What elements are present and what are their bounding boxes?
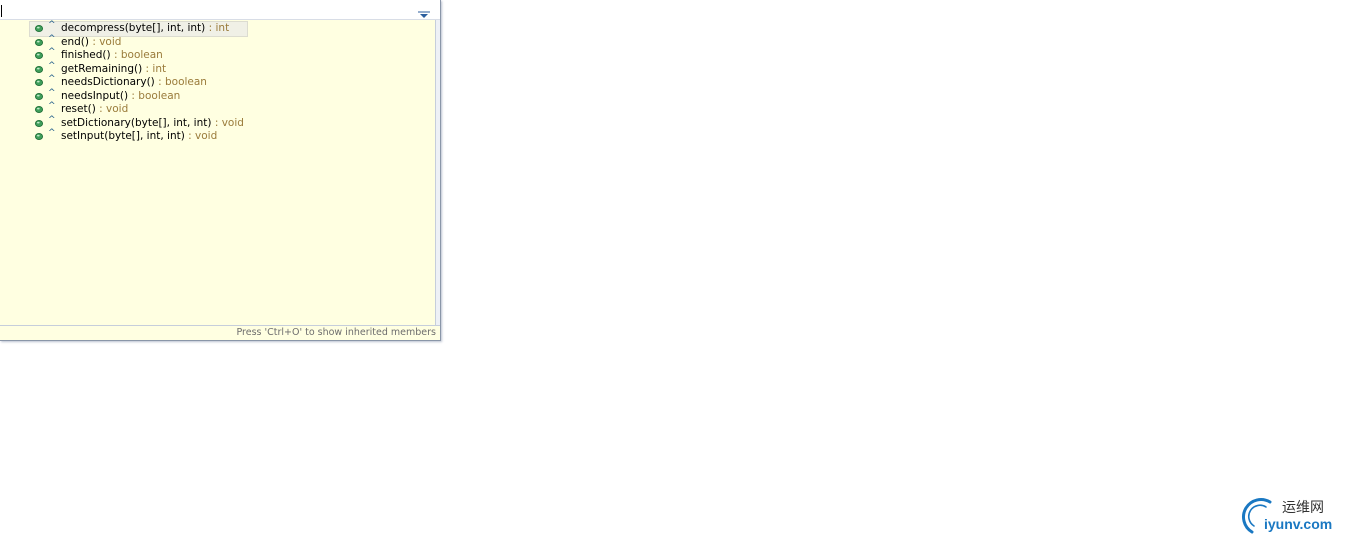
watermark-logo: 运维网 iyunv.com [1240,494,1340,538]
member-signature: getRemaining() [61,62,143,75]
member-item[interactable]: ^ setDictionary(byte[], int, int) : void [30,114,247,131]
public-method-icon [35,106,43,113]
member-list: ^ decompress(byte[], int, int) : int ^ end(… [29,20,248,144]
public-method-icon [35,65,43,73]
member-item[interactable]: ^ getRemaining() : int [30,60,247,77]
watermark-domain-text: iyunv.com [1264,516,1333,532]
abstract-modifier-icon: ^ [48,20,56,30]
abstract-modifier-icon: ^ [48,47,56,57]
public-method-icon [35,133,43,140]
member-return-type: : boolean [154,76,207,88]
view-menu-button[interactable] [417,5,431,18]
member-signature: end() [61,35,89,48]
member-signature: decompress(byte[], int, int) [61,22,206,34]
member-return-type: : boolean [128,89,181,102]
member-item[interactable]: ^ reset() : void [30,101,247,117]
member-signature: reset() [61,103,96,115]
member-item[interactable]: ^ decompress(byte[], int, int) : int [29,20,248,37]
scrollbar[interactable] [435,20,440,326]
abstract-modifier-icon: ^ [48,114,56,125]
member-return-type: : int [205,22,230,34]
abstract-modifier-icon: ^ [48,101,56,111]
member-item[interactable]: ^ setInput(byte[], int, int) : void [30,128,247,144]
text-caret [1,5,2,17]
abstract-modifier-icon: ^ [48,33,56,44]
public-method-icon [35,92,43,100]
member-return-type: : int [142,62,167,75]
filter-input[interactable] [0,2,401,18]
member-return-type: : void [211,116,244,129]
abstract-modifier-icon: ^ [48,128,56,138]
filter-bar [0,0,440,20]
member-signature: setInput(byte[], int, int) [61,130,185,142]
quick-outline-popup: ^ decompress(byte[], int, int) : int ^ end(… [0,0,441,341]
public-method-icon [35,52,43,59]
abstract-modifier-icon: ^ [48,87,56,98]
public-method-icon [35,79,43,86]
member-item[interactable]: ^ needsDictionary() : boolean [30,74,247,90]
abstract-modifier-icon: ^ [48,74,56,84]
member-item[interactable]: ^ needsInput() : boolean [30,87,247,104]
member-return-type: : void [88,35,122,48]
member-item[interactable]: ^ finished() : boolean [30,47,247,63]
public-method-icon [35,38,43,46]
watermark-chinese-text: 运维网 [1282,500,1324,516]
member-signature: needsInput() [61,89,129,102]
member-signature: needsDictionary() [61,76,155,88]
chevron-down-icon [418,11,430,18]
member-signature: finished() [61,49,111,61]
member-item[interactable]: ^ end() : void [30,33,247,50]
member-return-type: : boolean [110,49,163,61]
abstract-modifier-icon: ^ [48,60,56,71]
member-return-type: : void [184,130,218,142]
status-bar: Press 'Ctrl+O' to show inherited members [0,325,440,340]
status-hint: Press 'Ctrl+O' to show inherited members [236,327,436,338]
public-method-icon [35,119,43,127]
member-return-type: : void [95,103,129,115]
public-method-icon [35,25,43,32]
member-signature: setDictionary(byte[], int, int) [61,116,212,129]
